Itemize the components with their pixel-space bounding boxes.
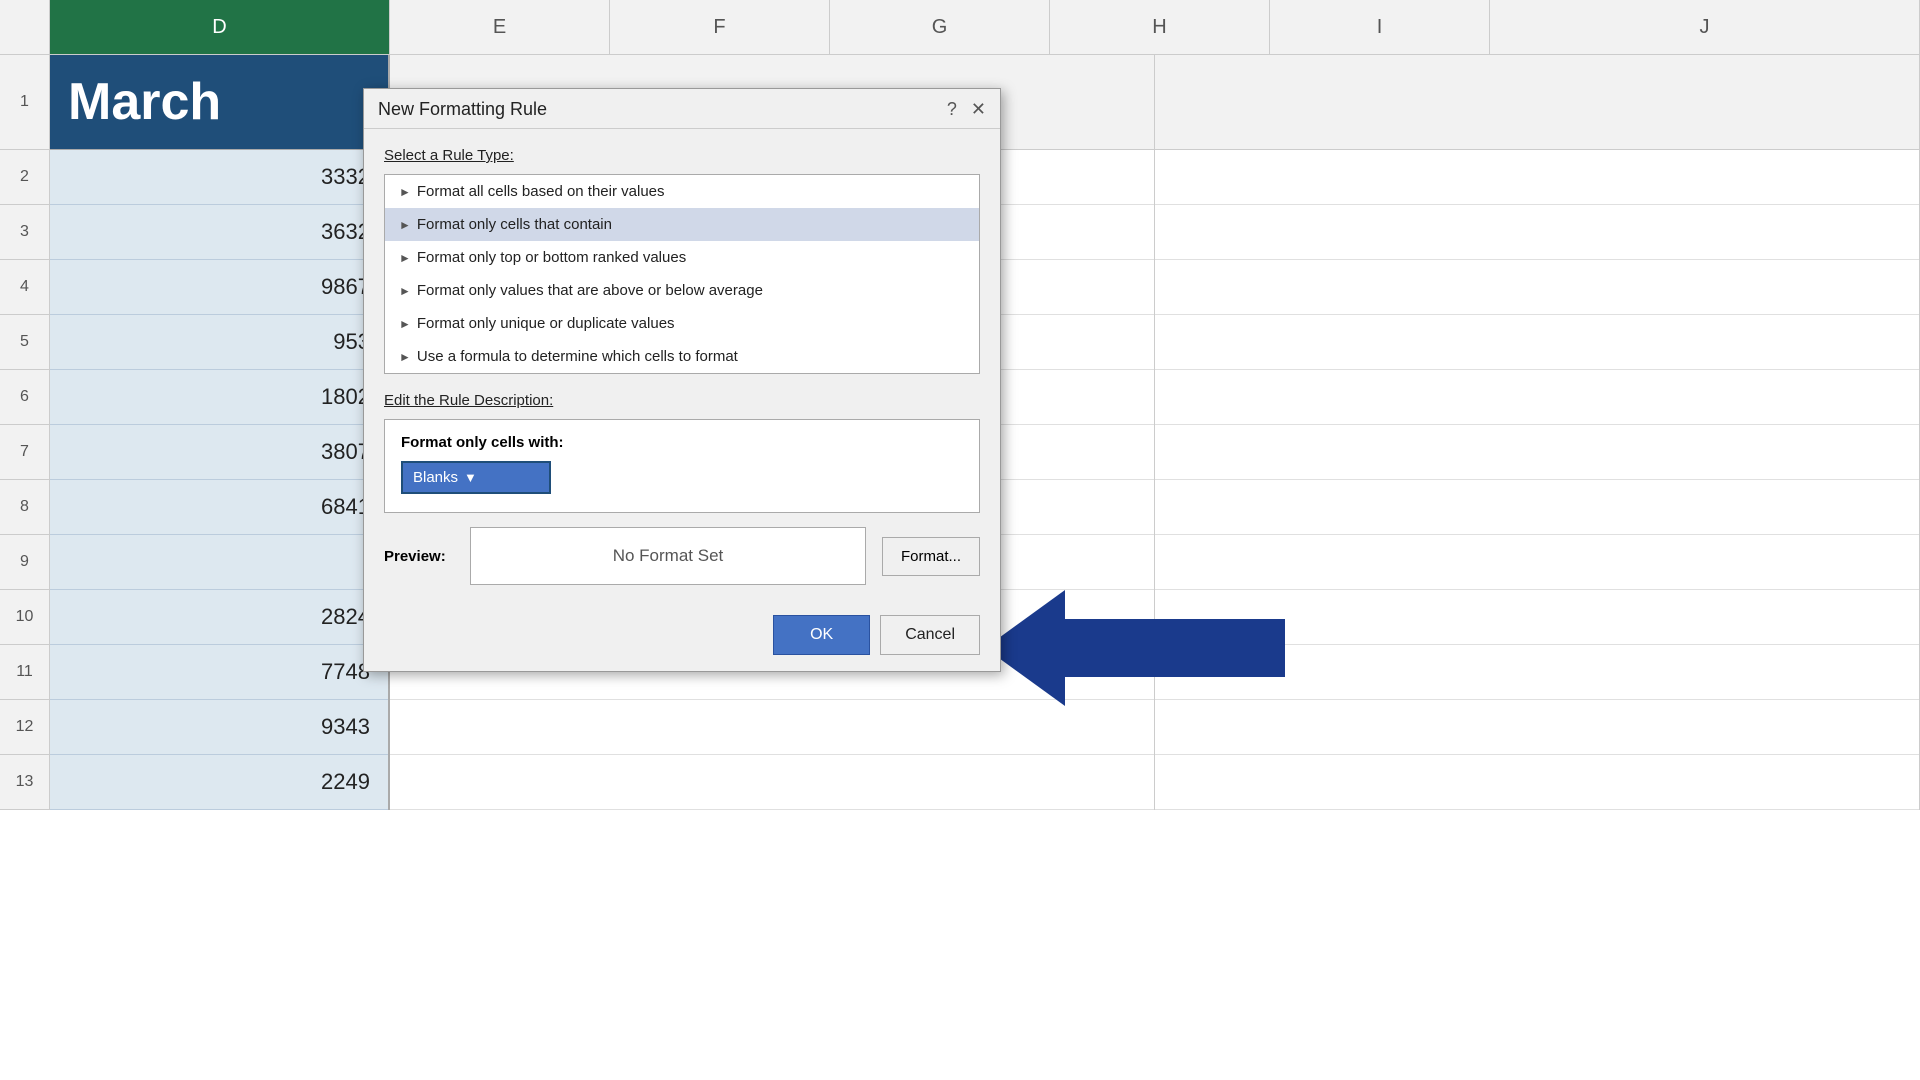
row-header-8[interactable]: 8: [0, 480, 50, 535]
cell-d3[interactable]: 3632: [50, 205, 388, 260]
blanks-dropdown[interactable]: Blanks ▼: [401, 461, 551, 494]
row-header-13[interactable]: 13: [0, 755, 50, 810]
dropdown-value: Blanks: [413, 469, 458, 486]
rule-item-3[interactable]: ► Format only values that are above or b…: [385, 274, 979, 307]
cell-d10[interactable]: 2824: [50, 590, 388, 645]
rule-item-3-label: Format only values that are above or bel…: [417, 282, 763, 299]
column-headers: D E F G H I J: [0, 0, 1920, 55]
cell-march[interactable]: March: [50, 55, 388, 150]
rule-arrow-3: ►: [399, 284, 411, 298]
row-header-4[interactable]: 4: [0, 260, 50, 315]
rule-item-1[interactable]: ► Format only cells that contain: [385, 208, 979, 241]
row-header-7[interactable]: 7: [0, 425, 50, 480]
cell-d12[interactable]: 9343: [50, 700, 388, 755]
dialog-title: New Formatting Rule: [378, 99, 547, 120]
col-d-cells: March 3332 3632 9867 953 1802 3807 6841 …: [50, 55, 390, 810]
row-header-12[interactable]: 12: [0, 700, 50, 755]
ok-button[interactable]: OK: [773, 615, 870, 655]
cancel-button[interactable]: Cancel: [880, 615, 980, 655]
rule-item-5[interactable]: ► Use a formula to determine which cells…: [385, 340, 979, 373]
blue-arrow: [985, 590, 1285, 706]
preview-row: Preview: No Format Set Format...: [384, 527, 980, 585]
rule-item-2[interactable]: ► Format only top or bottom ranked value…: [385, 241, 979, 274]
edit-rule-label: Edit the Rule Description:: [384, 392, 980, 409]
row-header-9[interactable]: 9: [0, 535, 50, 590]
format-only-label: Format only cells with:: [401, 434, 963, 451]
cell-fg9: [1155, 535, 1919, 590]
dialog-title-icons: ? ✕: [947, 99, 986, 120]
cell-d7[interactable]: 3807: [50, 425, 388, 480]
cell-d8[interactable]: 6841: [50, 480, 388, 535]
row-header-1[interactable]: 1: [0, 55, 50, 150]
col-header-j[interactable]: J: [1490, 0, 1920, 54]
row-header-6[interactable]: 6: [0, 370, 50, 425]
cell-e13[interactable]: [390, 755, 1154, 810]
rule-item-0[interactable]: ► Format all cells based on their values: [385, 175, 979, 208]
col-header-d[interactable]: D: [50, 0, 390, 54]
cell-fg7: [1155, 425, 1919, 480]
row-header-11[interactable]: 11: [0, 645, 50, 700]
cell-d9[interactable]: [50, 535, 388, 590]
row-header-3[interactable]: 3: [0, 205, 50, 260]
rule-type-list: ► Format all cells based on their values…: [384, 174, 980, 374]
preview-label: Preview:: [384, 548, 454, 565]
arrow-body: [1065, 619, 1285, 677]
rule-item-1-label: Format only cells that contain: [417, 216, 612, 233]
cell-d5[interactable]: 953: [50, 315, 388, 370]
rule-item-4[interactable]: ► Format only unique or duplicate values: [385, 307, 979, 340]
cell-fg13: [1155, 755, 1919, 810]
dialog-body: Select a Rule Type: ► Format all cells b…: [364, 129, 1000, 615]
format-button[interactable]: Format...: [882, 537, 980, 576]
edit-rule-box: Format only cells with: Blanks ▼: [384, 419, 980, 513]
col-header-g[interactable]: G: [830, 0, 1050, 54]
rule-item-2-label: Format only top or bottom ranked values: [417, 249, 686, 266]
rule-item-5-label: Use a formula to determine which cells t…: [417, 348, 738, 365]
corner-cell: [0, 0, 50, 54]
cell-d2[interactable]: 3332: [50, 150, 388, 205]
preview-box: No Format Set: [470, 527, 866, 585]
cell-fg2: [1155, 150, 1919, 205]
cell-fg8: [1155, 480, 1919, 535]
no-format-text: No Format Set: [613, 546, 724, 566]
cell-fg6: [1155, 370, 1919, 425]
col-header-h[interactable]: H: [1050, 0, 1270, 54]
row-headers: 1 2 3 4 5 6 7 8 9 10 11 12 13: [0, 55, 50, 810]
row-header-5[interactable]: 5: [0, 315, 50, 370]
cell-fg12: [1155, 700, 1919, 755]
cell-fg1: [1155, 55, 1919, 150]
col-header-i[interactable]: I: [1270, 0, 1490, 54]
cell-fg3: [1155, 205, 1919, 260]
dropdown-row: Blanks ▼: [401, 461, 963, 494]
rule-arrow-2: ►: [399, 251, 411, 265]
rule-item-4-label: Format only unique or duplicate values: [417, 315, 675, 332]
cell-d4[interactable]: 9867: [50, 260, 388, 315]
cell-d6[interactable]: 1802: [50, 370, 388, 425]
dialog-footer: OK Cancel: [364, 615, 1000, 671]
dialog-title-bar: New Formatting Rule ? ✕: [364, 89, 1000, 129]
col-header-e[interactable]: E: [390, 0, 610, 54]
close-icon[interactable]: ✕: [971, 99, 986, 120]
rule-item-0-label: Format all cells based on their values: [417, 183, 665, 200]
cell-d11[interactable]: 7748: [50, 645, 388, 700]
col-header-f[interactable]: F: [610, 0, 830, 54]
new-formatting-rule-dialog[interactable]: New Formatting Rule ? ✕ Select a Rule Ty…: [363, 88, 1001, 672]
rule-arrow-4: ►: [399, 317, 411, 331]
cell-d13[interactable]: 2249: [50, 755, 388, 810]
row-header-10[interactable]: 10: [0, 590, 50, 645]
rule-arrow-1: ►: [399, 218, 411, 232]
rule-arrow-5: ►: [399, 350, 411, 364]
help-icon[interactable]: ?: [947, 99, 957, 120]
row-header-2[interactable]: 2: [0, 150, 50, 205]
rule-arrow-0: ►: [399, 185, 411, 199]
cell-fg4: [1155, 260, 1919, 315]
cell-fg5: [1155, 315, 1919, 370]
dropdown-arrow-icon: ▼: [464, 470, 477, 485]
cell-e12[interactable]: [390, 700, 1154, 755]
select-rule-type-label: Select a Rule Type:: [384, 147, 980, 164]
